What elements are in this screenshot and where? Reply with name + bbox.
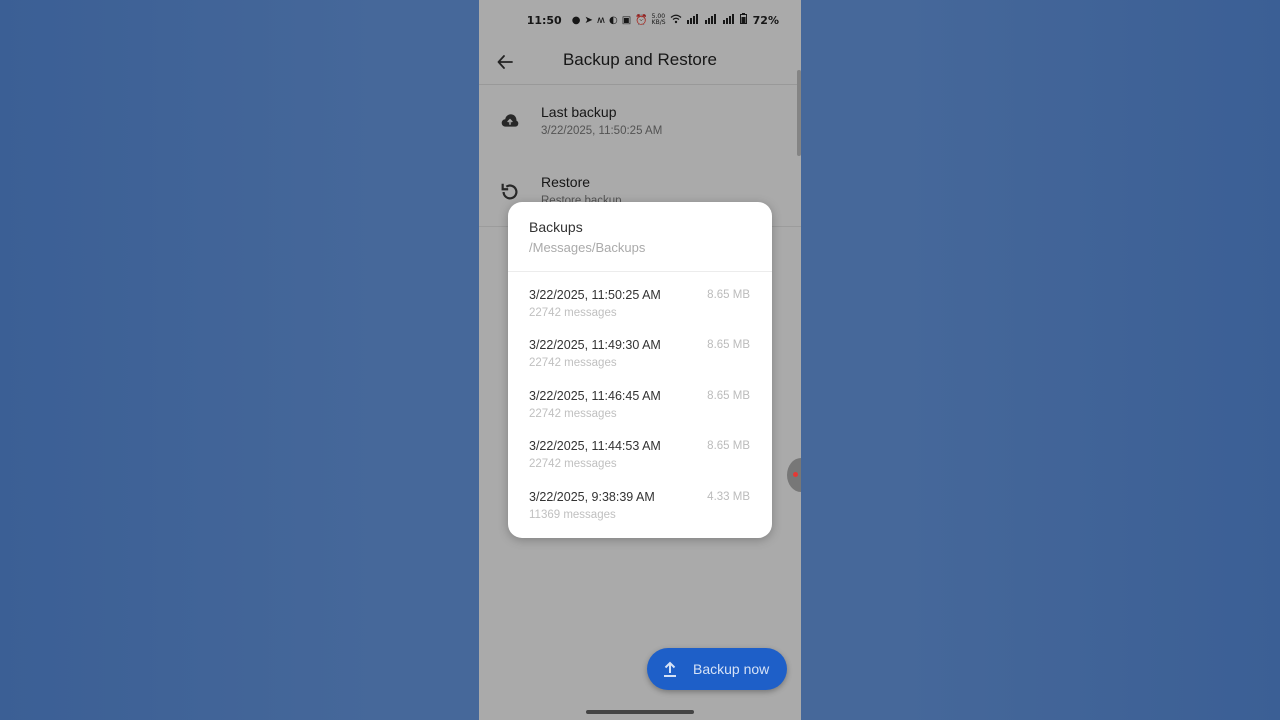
backup-date: 3/22/2025, 11:49:30 AM: [529, 338, 661, 352]
backup-size: 8.65 MB: [707, 339, 750, 351]
record-dot-icon: [793, 472, 798, 477]
backup-size: 8.65 MB: [707, 440, 750, 452]
backup-list-item[interactable]: 3/22/2025, 11:49:30 AM 8.65 MB 22742 mes…: [508, 338, 772, 384]
dialog-title: Backups: [529, 219, 583, 235]
backup-now-label: Backup now: [693, 661, 770, 677]
backup-date: 3/22/2025, 11:44:53 AM: [529, 439, 661, 453]
backup-list-item[interactable]: 3/22/2025, 11:50:25 AM 8.65 MB 22742 mes…: [508, 288, 772, 334]
backup-date: 3/22/2025, 11:50:25 AM: [529, 288, 661, 302]
backup-date: 3/22/2025, 11:46:45 AM: [529, 389, 661, 403]
backup-size: 8.65 MB: [707, 390, 750, 402]
home-indicator[interactable]: [586, 710, 694, 714]
divider: [508, 271, 772, 272]
backup-date: 3/22/2025, 9:38:39 AM: [529, 490, 655, 504]
dialog-path: /Messages/Backups: [529, 240, 646, 255]
backup-message-count: 22742 messages: [529, 408, 617, 420]
backup-list-item[interactable]: 3/22/2025, 11:44:53 AM 8.65 MB 22742 mes…: [508, 439, 772, 485]
backup-list-item[interactable]: 3/22/2025, 9:38:39 AM 4.33 MB 11369 mess…: [508, 490, 772, 536]
backup-now-button[interactable]: Backup now: [647, 648, 787, 690]
backup-message-count: 11369 messages: [529, 509, 616, 521]
backup-message-count: 22742 messages: [529, 458, 617, 470]
backup-message-count: 22742 messages: [529, 357, 617, 369]
phone-screen: 11:50 ● ➤ ʍ ◐ ▣ ⏰ 5.00 KB/S 72% Backup a…: [479, 0, 801, 720]
backup-size: 8.65 MB: [707, 289, 750, 301]
upload-icon: [664, 661, 676, 677]
backup-list-item[interactable]: 3/22/2025, 11:46:45 AM 8.65 MB 22742 mes…: [508, 389, 772, 435]
backup-size: 4.33 MB: [707, 491, 750, 503]
backup-message-count: 22742 messages: [529, 307, 617, 319]
backups-dialog: Backups /Messages/Backups 3/22/2025, 11:…: [508, 202, 772, 538]
